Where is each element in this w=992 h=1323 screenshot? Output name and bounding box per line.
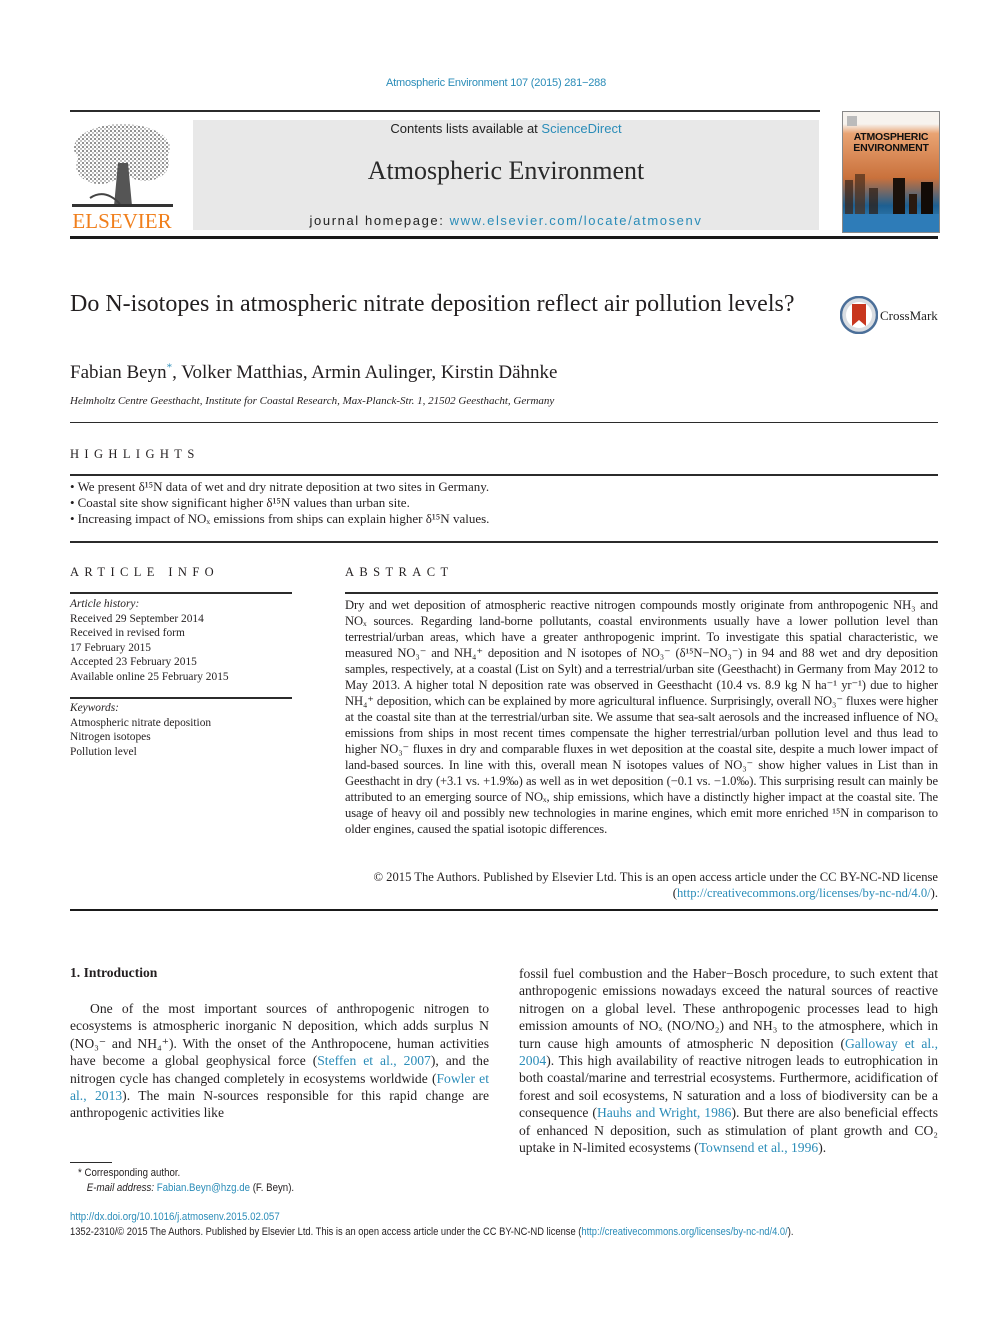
email-line: E-mail address: Fabian.Beyn@hzg.de (F. B… [78,1181,294,1196]
issn-copyright-line: 1352-2310/© 2015 The Authors. Published … [70,1226,793,1238]
journal-citation-link[interactable]: Atmospheric Environment 107 (2015) 281−2… [0,77,992,89]
highlights-heading: HIGHLIGHTS [70,447,200,461]
highlights-list: We present δ¹⁵N data of wet and dry nitr… [70,479,930,527]
divider [70,592,292,594]
doi-link[interactable]: http://dx.doi.org/10.1016/j.atmosenv.201… [70,1211,280,1223]
elsevier-logo[interactable]: ELSEVIER [70,118,175,233]
author-name[interactable]: Volker Matthias [181,362,303,383]
elsevier-wordmark: ELSEVIER [72,209,171,230]
abstract-heading: ABSTRACT [345,565,454,579]
corresponding-author-note: * Corresponding author. [78,1166,294,1181]
license-link[interactable]: http://creativecommons.org/licenses/by-n… [677,886,931,900]
keyword: Atmospheric nitrate deposition [70,716,212,729]
history-entry: 17 February 2015 [70,641,151,654]
history-entry: Received in revised form [70,627,185,639]
citation-link[interactable]: Steffen et al., 2007 [317,1053,431,1068]
email-suffix: (F. Beyn). [249,1182,295,1194]
highlight-item: We present δ¹⁵N data of wet and dry nitr… [70,479,930,495]
footnote-rule [70,1162,112,1163]
footnote-mark: * [78,1167,82,1179]
footer-license-link[interactable]: http://creativecommons.org/licenses/by-n… [581,1226,787,1238]
divider [70,541,938,543]
sciencedirect-link[interactable]: ScienceDirect [541,121,621,136]
author-separator: , [172,362,182,383]
keywords: Keywords: Atmospheric nitrate deposition… [70,701,292,759]
citation-link[interactable]: Townsend et al., 1996 [699,1140,818,1155]
history-entry: Accepted 23 February 2015 [70,656,197,668]
section-heading: 1. Introduction [70,965,158,980]
journal-title: Atmospheric Environment [367,156,645,185]
footnote: * Corresponding author. E-mail address: … [78,1166,294,1196]
corresponding-author-label: Corresponding author. [84,1167,181,1179]
divider [70,422,938,423]
affiliation: Helmholtz Centre Geesthacht, Institute f… [70,395,555,407]
author-separator: , [431,362,441,383]
author-name[interactable]: Fabian Beyn [70,362,167,383]
citation-link[interactable]: Hauhs and Wright, 1986 [597,1105,732,1120]
article-history-label: Article history: [70,598,140,610]
body-text: ). [818,1140,827,1156]
article-title: Do N-isotopes in atmospheric nitrate dep… [70,291,795,317]
author-name[interactable]: Kirstin Dähnke [441,362,558,383]
email-label: E-mail address: [86,1182,155,1194]
body-text: ). The main N-sources responsible for th… [70,1088,489,1121]
elsevier-tree-icon: ELSEVIER [72,124,173,233]
highlight-item: Increasing impact of NOₓ emissions from … [70,511,930,527]
city-skyline-icon [843,174,939,232]
copyright-suffix: ). [930,886,938,900]
email-link[interactable]: Fabian.Beyn@hzg.de [157,1182,250,1194]
author-list: Fabian Beyn*, Volker Matthias, Armin Aul… [70,362,557,384]
history-entry: Available online 25 February 2015 [70,670,229,683]
keyword: Pollution level [70,745,137,758]
divider [345,592,938,594]
article-history: Article history: Received 29 September 2… [70,597,292,684]
abstract-copyright: © 2015 The Authors. Published by Elsevie… [345,869,938,901]
issn-text: 1352-2310/© 2015 The Authors. Published … [70,1226,582,1238]
keywords-label: Keywords: [70,702,119,714]
author-separator: , [302,362,312,383]
intro-left-column: One of the most important sources of ant… [70,1000,489,1122]
contents-prefix: Contents lists available at [390,121,542,136]
crossmark-button[interactable]: CrossMark [840,296,940,336]
header-top-rule [70,110,820,112]
divider [70,697,292,699]
divider [70,474,938,476]
homepage-prefix: journal homepage: [309,213,450,228]
cover-title-line2: ENVIRONMENT [853,142,929,154]
intro-right-column: fossil fuel combustion and the Haber−Bos… [519,965,938,1156]
cover-title: ATMOSPHERIC ENVIRONMENT [843,132,939,154]
journal-cover-thumbnail[interactable]: ATMOSPHERIC ENVIRONMENT [842,111,940,233]
divider [70,909,938,911]
cover-publisher-icon [847,116,857,126]
highlight-item: Coastal site show significant higher δ¹⁵… [70,495,930,511]
crossmark-icon [840,296,878,334]
header-bottom-rule [70,236,938,239]
author-name[interactable]: Armin Aulinger [311,362,431,383]
crossmark-label: CrossMark [880,308,938,323]
issn-suffix: ). [787,1226,794,1238]
keyword: Nitrogen isotopes [70,731,151,743]
contents-line: Contents lists available at ScienceDirec… [193,121,819,136]
journal-homepage-link[interactable]: www.elsevier.com/locate/atmosenv [450,213,703,228]
article-info-heading: ARTICLE INFO [70,565,220,579]
journal-homepage-line: journal homepage: www.elsevier.com/locat… [193,213,819,228]
abstract-text: Dry and wet deposition of atmospheric re… [345,598,938,836]
history-entry: Received 29 September 2014 [70,612,204,625]
